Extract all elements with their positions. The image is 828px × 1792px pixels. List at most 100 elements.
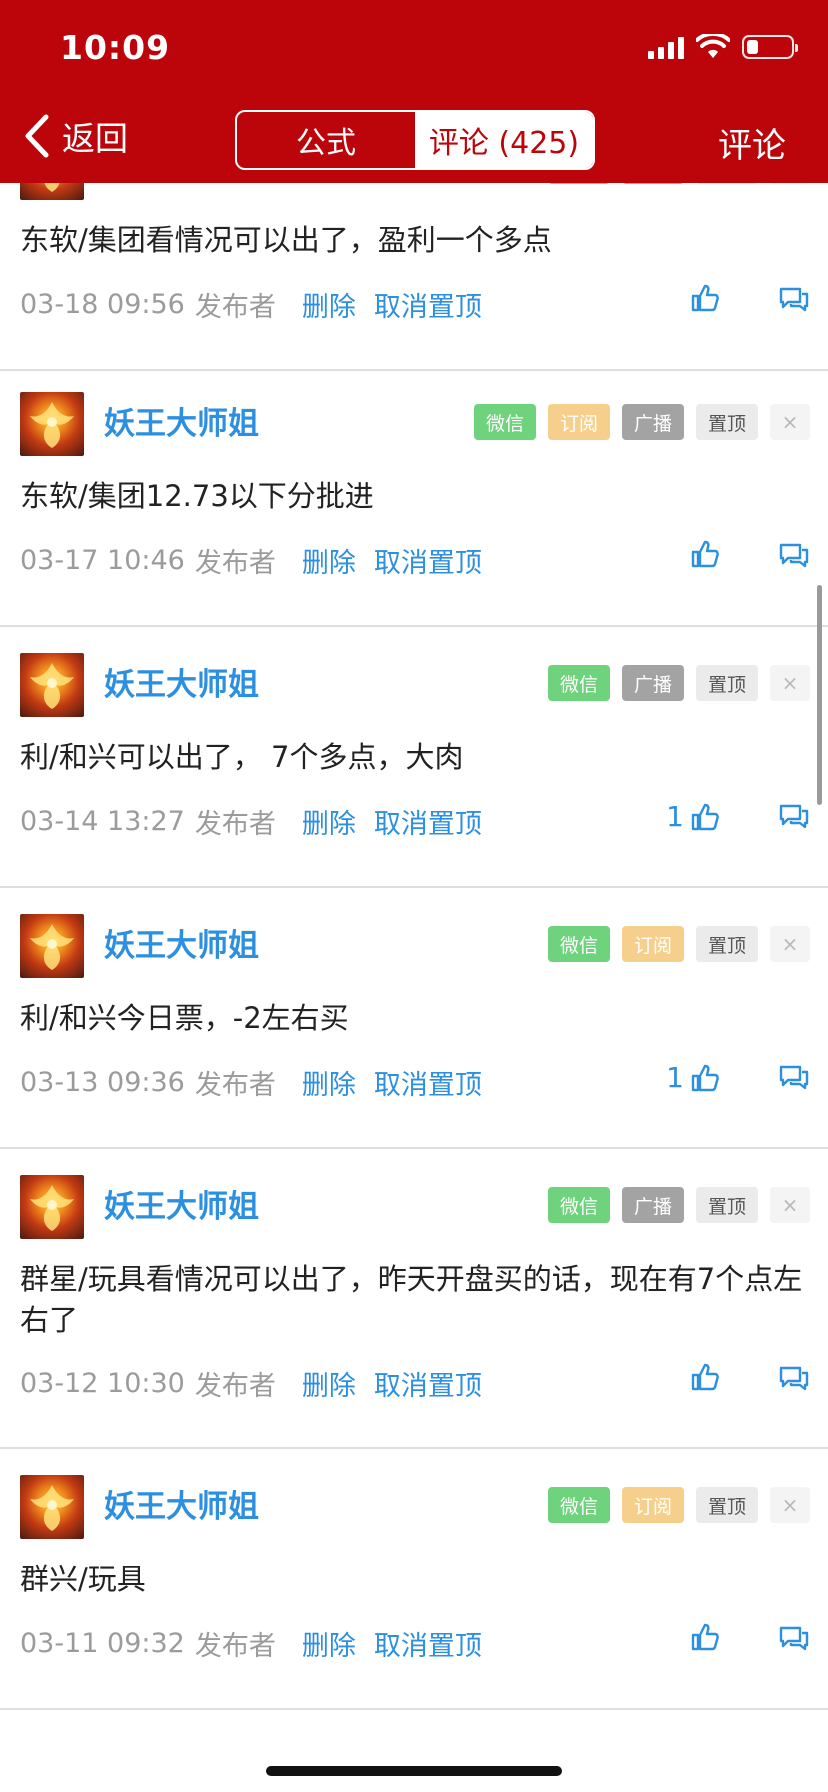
action-tags: 微信广播置顶 × bbox=[548, 665, 810, 701]
username[interactable]: 妖王大师姐 bbox=[104, 398, 259, 443]
close-icon[interactable]: × bbox=[770, 1487, 810, 1523]
close-icon[interactable]: × bbox=[770, 926, 810, 962]
like-button[interactable]: 1 bbox=[666, 800, 720, 833]
wechat-tag[interactable]: 微信 bbox=[548, 183, 610, 184]
author-role: 发布者 bbox=[194, 1631, 276, 1662]
username[interactable]: 妖王大师姐 bbox=[104, 1181, 259, 1226]
author-role: 发布者 bbox=[194, 1371, 276, 1402]
pin-tag[interactable]: 置顶 bbox=[696, 1487, 758, 1523]
comment-item: 妖王大师姐 微信 广播 置顶 × 利/和兴可以出了， 7个多点，大肉 03-14 13… bbox=[0, 627, 828, 888]
tab-formula[interactable]: 公式 bbox=[237, 112, 415, 168]
username[interactable]: 妖王大师姐 bbox=[104, 920, 259, 965]
back-label: 返回 bbox=[62, 119, 128, 158]
home-indicator bbox=[266, 1766, 562, 1776]
comment-meta: 03-11 09:32 发布者 删除 取消置顶 bbox=[20, 1624, 482, 1663]
back-button[interactable]: 返回 bbox=[22, 112, 128, 160]
avatar[interactable] bbox=[20, 1175, 84, 1239]
like-button[interactable] bbox=[684, 283, 720, 313]
status-icons bbox=[648, 34, 798, 60]
thumbs-up-icon bbox=[691, 1363, 719, 1391]
username[interactable]: 妖王大师姐 bbox=[104, 1481, 259, 1526]
comment-text: 东软/集团12.73以下分批进 bbox=[20, 479, 374, 513]
comment-list[interactable]: 妖王大师姐 微信广播置顶× 东软/集团看情况可以出了，盈利一个多点 03-18 … bbox=[0, 183, 828, 1792]
battery-icon bbox=[742, 35, 798, 59]
broadcast-tag[interactable]: 广播 bbox=[622, 404, 684, 440]
action-tags: 微信 订阅 置顶 × bbox=[548, 926, 810, 962]
comment-item: 妖王大师姐 微信 广播 置顶 × 东软/集团看情况可以出了，盈利一个多点 03-18 … bbox=[0, 183, 828, 371]
avatar[interactable] bbox=[20, 183, 84, 200]
pin-tag[interactable]: 置顶 bbox=[696, 1187, 758, 1223]
phoenix-avatar-icon bbox=[30, 663, 74, 709]
avatar[interactable] bbox=[20, 1475, 84, 1539]
comment-item: 妖王大师姐 微信 广播 置顶 × 群星/玩具看情况可以出了，昨天开盘买的话，现在有7个… bbox=[0, 1149, 828, 1449]
close-icon[interactable]: × bbox=[770, 183, 810, 184]
broadcast-tag[interactable]: 广播 bbox=[622, 1187, 684, 1223]
comment-meta: 03-12 10:30 发布者 删除 取消置顶 bbox=[20, 1364, 482, 1403]
delete-link[interactable]: 删除 bbox=[302, 802, 356, 841]
signal-icon bbox=[648, 35, 684, 59]
close-icon[interactable]: × bbox=[770, 1187, 810, 1223]
write-comment-button[interactable]: 评论 bbox=[718, 118, 786, 167]
tab-comments[interactable]: 评论 (425) bbox=[415, 112, 593, 168]
wifi-icon bbox=[696, 34, 730, 58]
comment-icon[interactable] bbox=[778, 541, 810, 569]
wechat-tag[interactable]: 微信 bbox=[474, 404, 536, 440]
unpin-link[interactable]: 取消置顶 bbox=[374, 1063, 482, 1102]
author-role: 发布者 bbox=[194, 1070, 276, 1101]
unpin-link[interactable]: 取消置顶 bbox=[374, 1364, 482, 1403]
comment-item: 妖王大师姐 微信 订阅 广播 置顶 × 东软/集团12.73以下分批进 03-17 10… bbox=[0, 366, 828, 627]
wechat-tag[interactable]: 微信 bbox=[548, 1187, 610, 1223]
wechat-tag[interactable]: 微信 bbox=[548, 665, 610, 701]
pin-tag[interactable]: 置顶 bbox=[696, 404, 758, 440]
pin-tag[interactable]: 置顶 bbox=[696, 926, 758, 962]
subscribe-tag[interactable]: 订阅 bbox=[622, 1487, 684, 1523]
like-button[interactable] bbox=[684, 1362, 720, 1392]
scrollbar[interactable] bbox=[817, 585, 822, 805]
like-button[interactable] bbox=[684, 539, 720, 569]
comment-icon[interactable] bbox=[778, 1624, 810, 1652]
broadcast-tag[interactable]: 广播 bbox=[622, 665, 684, 701]
like-button[interactable]: 1 bbox=[666, 1061, 720, 1094]
comment-icon[interactable] bbox=[778, 1364, 810, 1392]
chevron-left-icon bbox=[25, 114, 49, 158]
phoenix-avatar-icon bbox=[30, 1485, 74, 1531]
broadcast-tag[interactable]: 广播 bbox=[622, 183, 684, 184]
avatar[interactable] bbox=[20, 914, 84, 978]
like-button[interactable] bbox=[684, 1622, 720, 1652]
thumbs-up-icon bbox=[691, 803, 719, 830]
unpin-link[interactable]: 取消置顶 bbox=[374, 541, 482, 580]
comment-time: 03-18 09:56 bbox=[20, 289, 185, 320]
delete-link[interactable]: 删除 bbox=[302, 285, 356, 324]
comment-icon[interactable] bbox=[778, 802, 810, 830]
username[interactable]: 妖王大师姐 bbox=[104, 183, 259, 187]
comment-text: 群兴/玩具 bbox=[20, 1562, 146, 1596]
delete-link[interactable]: 删除 bbox=[302, 1624, 356, 1663]
comment-text: 东软/集团看情况可以出了，盈利一个多点 bbox=[20, 223, 552, 257]
delete-link[interactable]: 删除 bbox=[302, 1063, 356, 1102]
comment-time: 03-17 10:46 bbox=[20, 545, 185, 576]
unpin-link[interactable]: 取消置顶 bbox=[374, 285, 482, 324]
subscribe-tag[interactable]: 订阅 bbox=[622, 926, 684, 962]
wechat-tag[interactable]: 微信 bbox=[548, 926, 610, 962]
subscribe-tag[interactable]: 订阅 bbox=[548, 404, 610, 440]
comment-icon[interactable] bbox=[778, 285, 810, 313]
comment-text: 利/和兴今日票，-2左右买 bbox=[20, 1001, 349, 1035]
delete-link[interactable]: 删除 bbox=[302, 541, 356, 580]
username[interactable]: 妖王大师姐 bbox=[104, 659, 259, 704]
phoenix-avatar-icon bbox=[30, 1185, 74, 1231]
comment-text: 利/和兴可以出了， 7个多点，大肉 bbox=[20, 740, 464, 774]
pin-tag[interactable]: 置顶 bbox=[696, 183, 758, 184]
pin-tag[interactable]: 置顶 bbox=[696, 665, 758, 701]
app-header: 10:09 返回 公式 评论 (425) 评论 bbox=[0, 0, 828, 183]
delete-link[interactable]: 删除 bbox=[302, 1364, 356, 1403]
wechat-tag[interactable]: 微信 bbox=[548, 1487, 610, 1523]
close-icon[interactable]: × bbox=[770, 404, 810, 440]
comment-text: 群星/玩具看情况可以出了，昨天开盘买的话，现在有7个点左右了 bbox=[20, 1262, 803, 1337]
unpin-link[interactable]: 取消置顶 bbox=[374, 1624, 482, 1663]
action-tags: 微信 广播 置顶 × bbox=[548, 183, 810, 184]
close-icon[interactable]: × bbox=[770, 665, 810, 701]
comment-icon[interactable] bbox=[778, 1063, 810, 1091]
avatar[interactable] bbox=[20, 653, 84, 717]
avatar[interactable] bbox=[20, 392, 84, 456]
unpin-link[interactable]: 取消置顶 bbox=[374, 802, 482, 841]
